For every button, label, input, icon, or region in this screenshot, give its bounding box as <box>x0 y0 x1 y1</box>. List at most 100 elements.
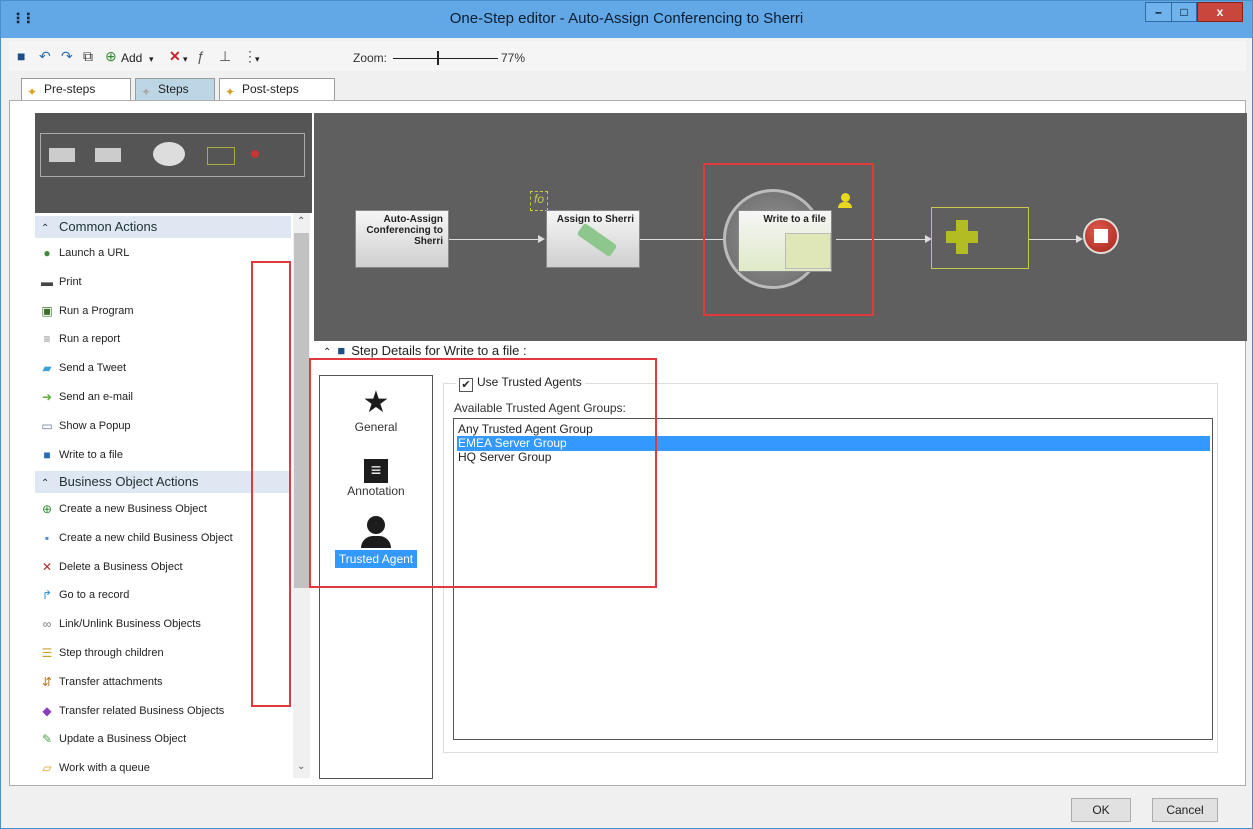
action-list-scrollbar[interactable]: ⌃ ⌄ <box>293 213 310 778</box>
scroll-up-icon[interactable]: ⌃ <box>297 216 305 227</box>
add-button[interactable]: Add <box>121 50 142 66</box>
zoom-slider-thumb[interactable] <box>437 51 440 65</box>
action-item[interactable]: ▱ Work with a queue <box>39 754 150 778</box>
connector-arrow <box>449 239 539 240</box>
step-node-label: Assign to Sherri <box>556 214 634 225</box>
attachment-icon: ⇵ <box>41 674 53 689</box>
action-item[interactable]: ✕ Delete a Business Object <box>39 553 183 581</box>
tab-steps[interactable]: ✦ Steps <box>135 78 215 100</box>
arrowhead-icon <box>538 235 545 243</box>
delete-dropdown-icon[interactable]: ▾ <box>183 51 188 67</box>
scrollbar-thumb[interactable] <box>294 233 309 588</box>
step-node-auto-assign[interactable]: Auto-Assign Conferencing to Sherri <box>355 210 449 268</box>
minimize-button[interactable]: – <box>1145 2 1172 22</box>
link-icon: ∞ <box>42 617 52 632</box>
zoom-slider-track[interactable] <box>393 58 498 59</box>
action-item-label: Write to a file <box>59 448 123 461</box>
action-item[interactable]: ■ Write to a file <box>39 441 123 469</box>
delete-x-icon: ✕ <box>41 559 53 574</box>
step-node-assign-to-sherri[interactable]: Assign to Sherri <box>546 210 640 268</box>
report-icon: ≡ <box>43 332 51 347</box>
title-bar[interactable]: ⠇⠇ One-Step editor - Auto-Assign Confere… <box>1 1 1252 38</box>
action-item-label: Update a Business Object <box>59 733 187 746</box>
workflow-minimap[interactable] <box>35 113 312 213</box>
plus-icon-vertical <box>956 220 968 254</box>
minimap-end-node <box>251 150 259 158</box>
globe-icon: ● <box>43 246 51 261</box>
action-item[interactable]: ∞ Link/Unlink Business Objects <box>39 610 201 638</box>
minimap-viewport <box>40 133 305 177</box>
action-item[interactable]: ⇵ Transfer attachments <box>39 668 163 696</box>
common-actions-header[interactable]: ⌃ Common Actions <box>35 216 291 238</box>
plus-circle-icon: ⊕ <box>41 502 53 517</box>
tab-label: Post-steps <box>242 82 299 96</box>
program-icon: ▣ <box>41 303 53 318</box>
printer-icon: ▬ <box>41 274 53 289</box>
add-dropdown-icon[interactable]: ▾ <box>149 51 154 67</box>
action-item-label: Work with a queue <box>59 762 150 775</box>
ok-button[interactable]: OK <box>1071 798 1131 822</box>
add-icon[interactable]: ⊕ <box>105 48 117 64</box>
save-icon[interactable]: ■ <box>17 48 25 64</box>
action-item[interactable]: ▪ Create a new child Business Object <box>39 524 233 552</box>
delete-icon[interactable]: ✕ <box>169 48 181 64</box>
action-item[interactable]: ◆ Transfer related Business Objects <box>39 697 224 725</box>
child-object-icon: ▪ <box>44 530 50 545</box>
action-item-label: Step through children <box>59 647 164 659</box>
popup-icon: ▭ <box>41 418 53 433</box>
action-item-label: Print <box>59 275 82 288</box>
minimap-add-node <box>207 147 235 165</box>
action-item[interactable]: ▣ Run a Program <box>39 297 133 325</box>
highlight-box-trusted-settings <box>309 358 657 588</box>
highlight-box-trusted-column <box>251 261 291 707</box>
action-item-label: Send an e-mail <box>59 391 133 403</box>
close-button[interactable]: x <box>1197 2 1243 22</box>
floppy-disk-icon: ■ <box>337 343 346 358</box>
pencil-icon <box>576 222 618 258</box>
stop-icon <box>1094 229 1108 243</box>
collapse-chevron-icon: ⌃ <box>41 478 50 489</box>
layout-tree-icon[interactable]: ⊥ <box>219 48 231 64</box>
collapse-chevron-icon: ⌃ <box>323 347 332 358</box>
step-details-header[interactable]: ⌃ ■ Step Details for Write to a file : <box>323 343 527 358</box>
tab-post-steps[interactable]: ✦ Post-steps <box>219 78 335 100</box>
action-item[interactable]: ↱ Go to a record <box>39 581 129 609</box>
email-icon: ➜ <box>41 390 53 405</box>
end-stop-node[interactable] <box>1083 218 1119 254</box>
action-item[interactable]: ▬ Print <box>39 268 82 296</box>
action-item[interactable]: ▭ Show a Popup <box>39 412 130 440</box>
zoom-label: Zoom: <box>353 51 388 65</box>
arrowhead-icon <box>1076 235 1083 243</box>
collapse-chevron-icon: ⌃ <box>41 223 50 234</box>
action-item[interactable]: ● Launch a URL <box>39 239 129 267</box>
function-icon[interactable]: ƒ <box>197 48 205 64</box>
save-icon: ■ <box>43 447 51 462</box>
toolbar: ■ ↶ ↷ ⧉ ⊕ Add ▾ ✕ ▾ ƒ ⊥ ⋮ ▾ Zoom: 77% <box>9 41 1246 71</box>
tab-pre-steps[interactable]: ✦ Pre-steps <box>21 78 131 100</box>
maximize-button[interactable]: □ <box>1171 2 1197 22</box>
transfer-icon: ◆ <box>42 703 52 718</box>
tweet-icon: ▰ <box>42 361 52 376</box>
action-item[interactable]: ≡ Run a report <box>39 325 120 353</box>
action-item[interactable]: ☰ Step through children <box>39 639 164 667</box>
action-item-label: Delete a Business Object <box>59 560 183 573</box>
action-item-label: Send a Tweet <box>59 362 127 375</box>
step-node-label: Auto-Assign Conferencing to Sherri <box>366 214 443 247</box>
queue-icon: ▱ <box>42 761 52 776</box>
align-dropdown-icon[interactable]: ▾ <box>255 51 260 67</box>
minimap-node <box>95 148 121 162</box>
cancel-button[interactable]: Cancel <box>1152 798 1218 822</box>
action-item[interactable]: ⊕ Create a new Business Object <box>39 495 207 523</box>
minimap-node <box>153 142 185 166</box>
undo-icon[interactable]: ↶ <box>39 48 51 64</box>
copy-icon[interactable]: ⧉ <box>83 48 93 64</box>
function-fo-icon[interactable]: fo <box>530 191 548 211</box>
action-item[interactable]: ✎ Update a Business Object <box>39 725 186 753</box>
redo-icon[interactable]: ↷ <box>61 48 73 64</box>
scroll-down-icon[interactable]: ⌄ <box>297 761 305 772</box>
add-step-node[interactable] <box>931 207 1029 269</box>
action-item-label: Run a report <box>59 333 121 346</box>
action-item-label: Transfer related Business Objects <box>59 704 225 717</box>
action-item[interactable]: ▰ Send a Tweet <box>39 354 126 382</box>
action-item[interactable]: ➜ Send an e-mail <box>39 383 133 411</box>
